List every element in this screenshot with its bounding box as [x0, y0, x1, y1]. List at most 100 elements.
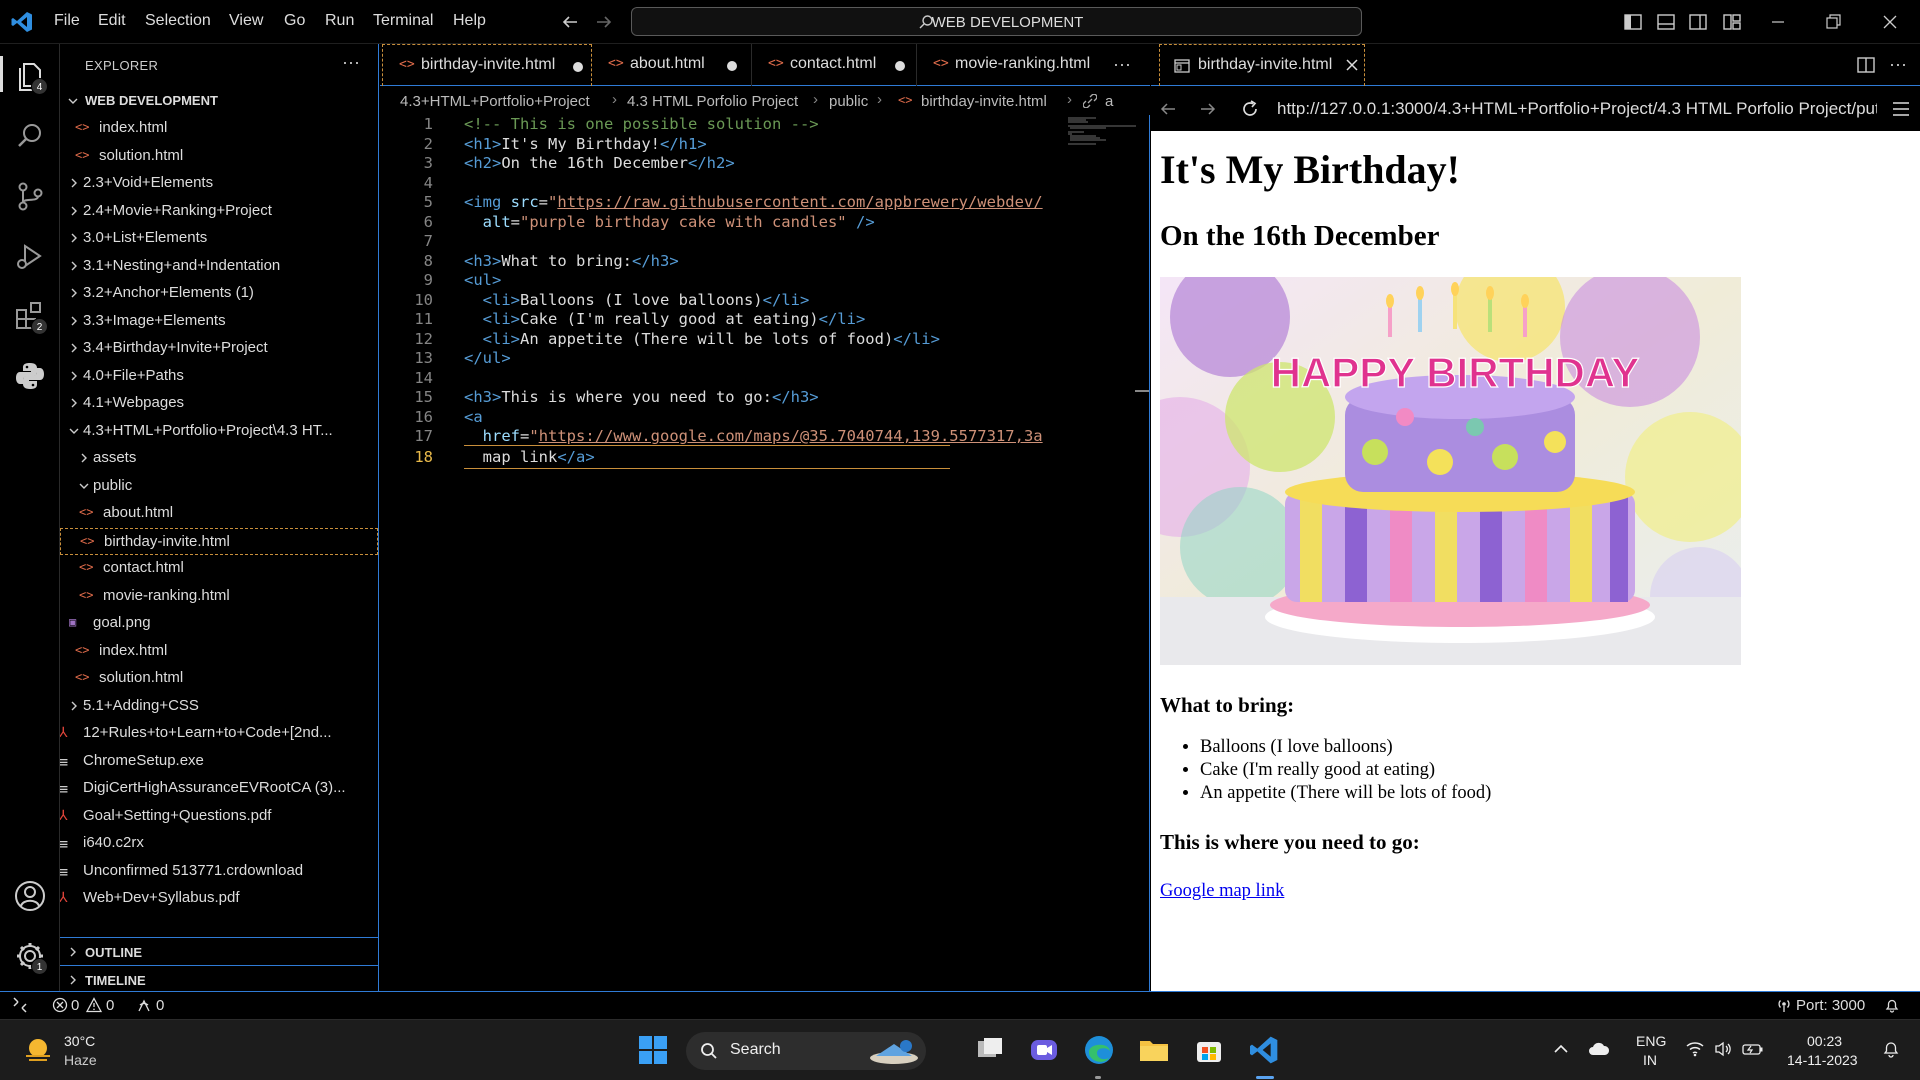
- tree-item[interactable]: <> index.html: [60, 638, 378, 665]
- customize-layout-icon[interactable]: [1722, 12, 1742, 32]
- tree-item[interactable]: public: [60, 473, 378, 500]
- tree-item[interactable]: <> movie-ranking.html: [60, 583, 378, 610]
- code-editor[interactable]: 1 <!-- This is one possible solution --> 2…: [380, 115, 1150, 991]
- extensions-icon[interactable]: 2: [12, 298, 48, 335]
- tree-item[interactable]: <> about.html: [60, 500, 378, 527]
- volume-icon[interactable]: [1714, 1041, 1732, 1057]
- notifications-bell-icon[interactable]: [1884, 997, 1900, 1013]
- show-hidden-icons-icon[interactable]: [1553, 1041, 1569, 1057]
- preview-url-field[interactable]: http://127.0.0.1:3000/4.3+HTML+Portfolio…: [1277, 99, 1877, 119]
- ports-icon[interactable]: [136, 997, 152, 1013]
- split-editor-icon[interactable]: [1857, 56, 1875, 74]
- restore-window-icon[interactable]: [1823, 12, 1843, 32]
- taskbar-search-box[interactable]: Search: [686, 1032, 926, 1070]
- minimap[interactable]: [1066, 116, 1138, 146]
- tree-item[interactable]: 4.0+File+Paths: [60, 363, 378, 390]
- source-control-icon[interactable]: [12, 178, 48, 214]
- menu-go[interactable]: Go: [284, 12, 305, 30]
- tree-item[interactable]: <> solution.html: [60, 143, 378, 170]
- command-center-search[interactable]: WEB DEVELOPMENT: [631, 7, 1362, 36]
- close-window-icon[interactable]: [1880, 12, 1900, 32]
- code-line[interactable]: 18 map link</a>: [414, 444, 950, 469]
- more-actions-icon[interactable]: ···: [1889, 54, 1907, 75]
- windows-start-icon[interactable]: [637, 1034, 671, 1068]
- tree-item[interactable]: 3.0+List+Elements: [60, 225, 378, 252]
- tree-item[interactable]: 3.1+Nesting+and+Indentation: [60, 253, 378, 280]
- tab-movie-ranking[interactable]: <> movie-ranking.html: [917, 44, 1105, 86]
- breadcrumb-item[interactable]: birthday-invite.html: [921, 93, 1047, 110]
- tree-item[interactable]: ≡ Unconfirmed 513771.crdownload: [60, 858, 378, 885]
- tree-item[interactable]: <> contact.html: [60, 555, 378, 582]
- breadcrumb-item[interactable]: 4.3+HTML+Portfolio+Project: [400, 93, 590, 110]
- ports-count[interactable]: 0: [156, 997, 164, 1014]
- tab-preview-birthday-invite[interactable]: birthday-invite.html: [1159, 44, 1365, 86]
- broadcast-icon[interactable]: [1776, 997, 1792, 1013]
- warning-count[interactable]: 0: [106, 997, 114, 1014]
- unsaved-dot-icon[interactable]: [895, 61, 905, 71]
- clock-date[interactable]: 14-11-2023: [1787, 1052, 1858, 1068]
- forward-arrow-icon[interactable]: [594, 12, 614, 32]
- tab-birthday-invite[interactable]: <> birthday-invite.html: [382, 44, 592, 86]
- menu-terminal[interactable]: Terminal: [373, 12, 433, 30]
- timeline-section[interactable]: TIMELINE: [60, 965, 378, 993]
- back-arrow-icon[interactable]: [560, 12, 580, 32]
- unsaved-dot-icon[interactable]: [573, 62, 583, 72]
- tree-item[interactable]: <> birthday-invite.html: [60, 527, 378, 555]
- manage-gear-icon[interactable]: 1: [12, 938, 48, 975]
- tree-item[interactable]: ⅄ Goal+Setting+Questions.pdf: [60, 803, 378, 830]
- toggle-primary-sidebar-icon[interactable]: [1623, 12, 1643, 32]
- tree-item[interactable]: 2.4+Movie+Ranking+Project: [60, 198, 378, 225]
- preview-back-icon[interactable]: [1159, 100, 1177, 118]
- onedrive-cloud-icon[interactable]: [1588, 1040, 1610, 1058]
- unsaved-dot-icon[interactable]: [727, 61, 737, 71]
- preview-forward-icon[interactable]: [1199, 100, 1217, 118]
- breadcrumb-item[interactable]: public: [829, 93, 868, 110]
- breadcrumb-item[interactable]: a: [1105, 93, 1113, 110]
- breadcrumb-item[interactable]: 4.3 HTML Porfolio Project: [627, 93, 798, 110]
- menu-help[interactable]: Help: [453, 12, 486, 30]
- more-actions-icon[interactable]: ···: [342, 52, 360, 73]
- tree-item[interactable]: assets: [60, 445, 378, 472]
- weather-desc[interactable]: Haze: [64, 1052, 97, 1068]
- tree-item[interactable]: 5.1+Adding+CSS: [60, 693, 378, 720]
- tab-contact[interactable]: <> contact.html: [752, 44, 917, 86]
- outline-section[interactable]: OUTLINE: [60, 937, 378, 965]
- tree-item[interactable]: <> solution.html: [60, 665, 378, 692]
- task-view-icon[interactable]: [974, 1034, 1008, 1068]
- accounts-icon[interactable]: [12, 878, 48, 914]
- tree-item[interactable]: 3.3+Image+Elements: [60, 308, 378, 335]
- tree-item[interactable]: 2.3+Void+Elements: [60, 170, 378, 197]
- tree-item[interactable]: ≡ i640.c2rx: [60, 830, 378, 857]
- run-debug-icon[interactable]: [12, 238, 48, 274]
- tree-item[interactable]: ⅄ 12+Rules+to+Learn+to+Code+[2nd...: [60, 720, 378, 747]
- tree-item[interactable]: 3.4+Birthday+Invite+Project: [60, 335, 378, 362]
- preview-menu-icon[interactable]: [1892, 101, 1910, 117]
- toggle-secondary-sidebar-icon[interactable]: [1688, 12, 1708, 32]
- warning-icon[interactable]: [86, 997, 102, 1013]
- preview-reload-icon[interactable]: [1240, 99, 1260, 119]
- menu-view[interactable]: View: [229, 12, 263, 30]
- google-map-link[interactable]: Google map link: [1160, 881, 1284, 902]
- menu-selection[interactable]: Selection: [145, 12, 211, 30]
- python-icon[interactable]: [12, 358, 48, 394]
- minimize-window-icon[interactable]: [1768, 12, 1788, 32]
- wifi-icon[interactable]: [1686, 1041, 1704, 1057]
- error-count[interactable]: 0: [71, 997, 79, 1014]
- menu-edit[interactable]: Edit: [98, 12, 126, 30]
- remote-icon[interactable]: [12, 997, 28, 1013]
- battery-icon[interactable]: [1742, 1041, 1764, 1057]
- tree-item[interactable]: ⅄ Web+Dev+Syllabus.pdf: [60, 885, 378, 912]
- input-region[interactable]: IN: [1643, 1052, 1657, 1068]
- live-server-port[interactable]: Port: 3000: [1796, 997, 1865, 1014]
- tree-item[interactable]: 3.2+Anchor+Elements (1): [60, 280, 378, 307]
- search-view-icon[interactable]: [12, 118, 48, 154]
- workspace-header[interactable]: WEB DEVELOPMENT: [60, 88, 378, 114]
- tree-item[interactable]: 4.1+Webpages: [60, 390, 378, 417]
- more-tabs-icon[interactable]: ···: [1113, 54, 1131, 75]
- weather-icon[interactable]: [22, 1034, 54, 1066]
- tree-item[interactable]: ≡ DigiCertHighAssuranceEVRootCA (3)...: [60, 775, 378, 802]
- microsoft-store-icon[interactable]: [1193, 1034, 1227, 1068]
- tree-item[interactable]: <> index.html: [60, 115, 378, 142]
- edge-browser-icon[interactable]: [1083, 1034, 1117, 1068]
- menu-run[interactable]: Run: [325, 12, 354, 30]
